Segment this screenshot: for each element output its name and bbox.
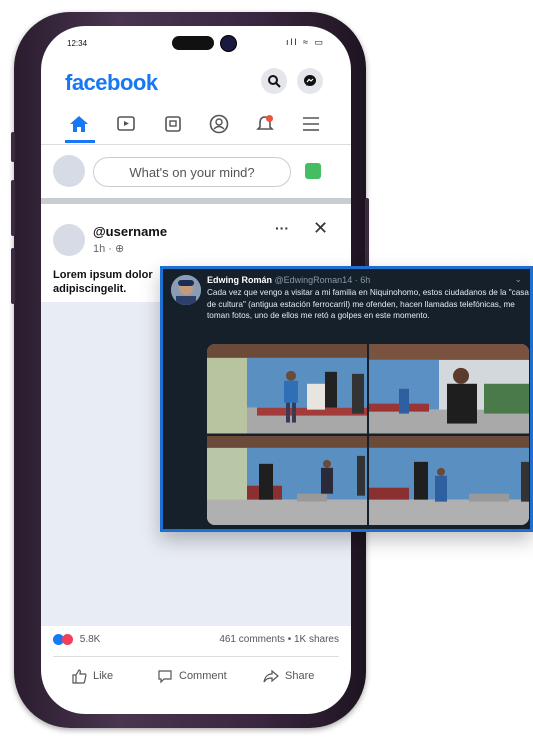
volume-down-button — [11, 248, 15, 304]
home-icon — [70, 116, 88, 132]
actions-divider — [53, 656, 339, 657]
tweet-avatar[interactable] — [171, 275, 201, 305]
tweet-avatar-image — [171, 275, 201, 305]
tweet-photo[interactable] — [207, 344, 367, 434]
nav-tabs — [41, 108, 351, 143]
front-camera — [220, 35, 237, 52]
post-close-button[interactable]: ✕ — [313, 218, 328, 239]
mute-switch — [11, 132, 15, 162]
tweet-photo-image — [369, 344, 529, 434]
embedded-tweet[interactable]: Edwing Román @EdwingRoman14 · 6h ⌄ Cada … — [160, 266, 533, 532]
tweet-text: Cada vez que vengo a visitar a mi famili… — [207, 288, 529, 320]
profile-icon — [209, 114, 229, 134]
tweet-photo[interactable] — [207, 435, 367, 525]
nav-divider — [41, 144, 351, 145]
post-meta: 1h · ⊕ — [93, 242, 124, 255]
post-stats: 5.8K 461 comments • 1K shares — [53, 634, 339, 650]
tab-marketplace[interactable] — [159, 112, 187, 136]
messenger-button[interactable] — [297, 68, 323, 94]
post-actions: Like Comment Share — [41, 664, 351, 692]
tweet-photo-image — [207, 344, 367, 434]
comment-label: Comment — [179, 670, 227, 682]
post-more-options[interactable]: ··· — [275, 220, 289, 236]
section-divider — [41, 198, 351, 204]
tweet-display-name[interactable]: Edwing Román — [207, 275, 272, 285]
post-author-avatar[interactable] — [53, 224, 85, 256]
video-icon — [117, 116, 135, 131]
volume-up-button — [11, 180, 15, 236]
tab-menu[interactable] — [297, 112, 325, 136]
post-username[interactable]: @username — [93, 224, 167, 239]
share-button[interactable]: Share — [263, 668, 314, 684]
comment-button[interactable]: Comment — [157, 668, 227, 684]
tweet-photo-image — [369, 435, 529, 525]
notifications-icon — [256, 115, 274, 130]
tweet-photo-image — [207, 435, 367, 525]
reaction-count[interactable]: 5.8K — [80, 634, 101, 645]
photo-icon[interactable] — [305, 163, 321, 179]
tweet-photo-grid — [207, 344, 529, 525]
post-time: 1h · — [93, 243, 116, 255]
like-button[interactable]: Like — [71, 668, 113, 684]
comment-count[interactable]: 461 comments — [219, 634, 285, 645]
tab-profile[interactable] — [205, 112, 233, 136]
search-icon — [268, 75, 281, 88]
tweet-more-icon[interactable]: ⌄ — [514, 274, 522, 285]
menu-icon — [303, 117, 319, 131]
comment-icon — [158, 670, 172, 684]
love-reaction-icon — [62, 634, 73, 645]
tab-video[interactable] — [112, 112, 140, 136]
facebook-logo[interactable]: facebook — [65, 70, 158, 96]
search-button[interactable] — [261, 68, 287, 94]
tweet-handle[interactable]: @EdwingRoman14 · 6h — [275, 275, 371, 285]
like-label: Like — [93, 670, 114, 682]
share-count[interactable]: • 1K shares — [288, 634, 339, 645]
tab-home[interactable] — [65, 112, 93, 136]
globe-icon: ⊕ — [115, 243, 125, 255]
share-icon — [263, 669, 279, 683]
composer-avatar[interactable] — [53, 155, 85, 187]
active-tab-indicator — [65, 140, 95, 143]
share-label: Share — [285, 670, 315, 682]
tweet-photo[interactable] — [369, 344, 529, 434]
tab-notifications[interactable] — [251, 112, 279, 136]
post-text: Lorem ipsum dolor adipiscingelit. — [53, 269, 153, 295]
thumbs-up-icon — [72, 669, 87, 684]
dynamic-island — [172, 36, 214, 50]
status-icons: ıll ≈ ▭ — [286, 37, 325, 47]
status-time: 12:34 — [67, 39, 88, 48]
status-composer-input[interactable]: What's on your mind? — [93, 157, 291, 187]
tweet-photo[interactable] — [369, 435, 529, 525]
messenger-icon — [304, 75, 316, 86]
status-bar: 12:34 ıll ≈ ▭ — [41, 26, 351, 60]
marketplace-icon — [165, 116, 181, 132]
tweet-author[interactable]: Edwing Román @EdwingRoman14 · 6h — [207, 275, 370, 285]
